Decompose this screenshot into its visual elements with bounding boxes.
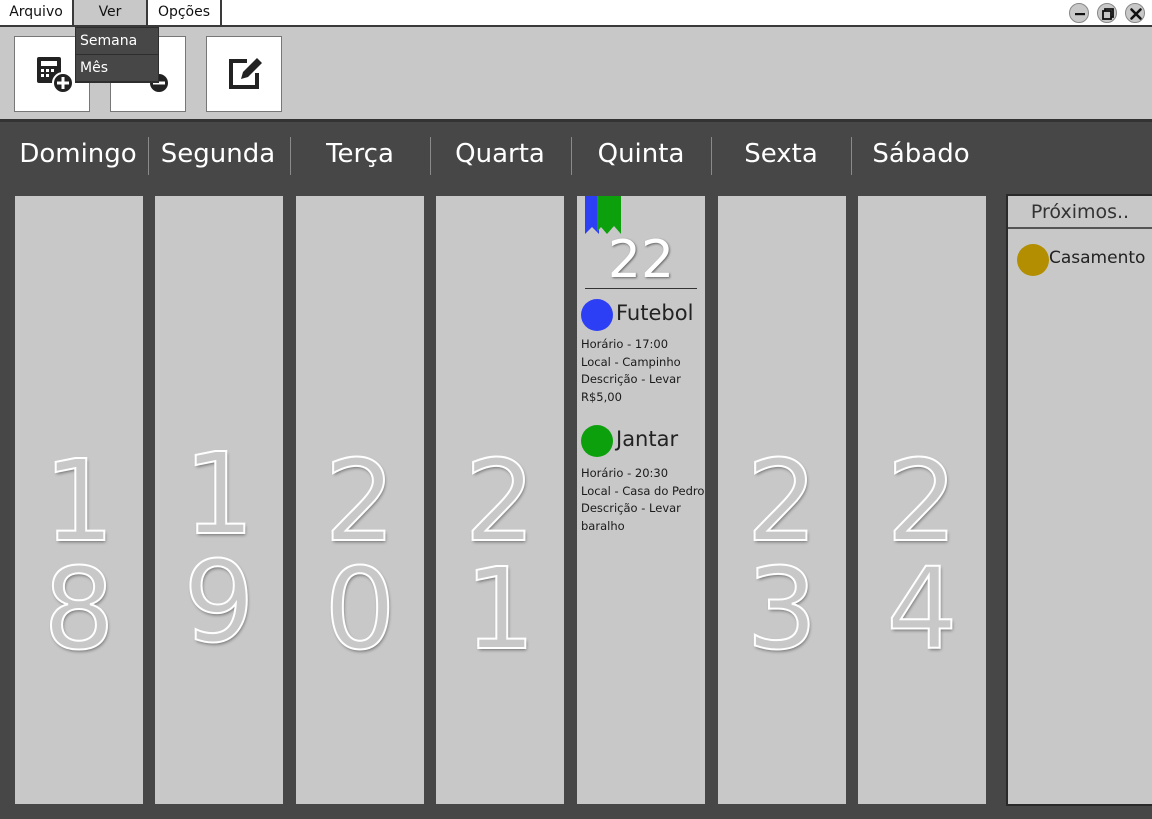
day-header-quinta: Quinta	[597, 139, 685, 169]
dropdown-item-mes[interactable]: Mês	[76, 55, 158, 82]
close-button[interactable]	[1125, 3, 1145, 23]
day-column-sabado[interactable]: 2 4	[858, 196, 986, 804]
date-digit: 2	[323, 437, 396, 567]
date-digit: 4	[885, 545, 958, 675]
day-header-domingo: Domingo	[19, 139, 137, 169]
event-detail-line: Descrição - Levar	[581, 501, 681, 515]
week-view: Domingo Segunda Terça Quarta Quinta Sext…	[0, 122, 1152, 819]
today-date-number: 22	[607, 230, 675, 290]
event-detail-line: Descrição - Levar	[581, 372, 681, 386]
date-digit: 0	[323, 545, 396, 675]
upcoming-title: Próximos..	[1008, 196, 1152, 229]
date-digit: 1	[463, 545, 536, 675]
event-detail-line: Local - Campinho	[581, 354, 681, 369]
header-separator	[571, 137, 572, 175]
upcoming-panel: Próximos.. Casamento	[1006, 194, 1152, 806]
day-header-segunda: Segunda	[160, 139, 276, 169]
menu-opcoes[interactable]: Opções	[148, 0, 222, 25]
day-column-domingo[interactable]: 1 8	[15, 196, 143, 804]
upcoming-color-dot	[1017, 244, 1049, 276]
date-digit: 1	[182, 430, 255, 560]
menu-ver[interactable]: Ver	[74, 0, 148, 25]
restore-icon	[1102, 8, 1114, 20]
event-color-dot	[581, 425, 613, 457]
menu-arquivo[interactable]: Arquivo	[0, 0, 74, 25]
event-detail-line: Horário - 17:00	[581, 337, 669, 351]
calendar-app: Arquivo Ver Opções Semana Mês Domingo Se…	[0, 0, 1152, 819]
maximize-button[interactable]	[1097, 3, 1117, 23]
header-separator	[148, 137, 149, 175]
edit-event-button[interactable]	[206, 36, 282, 112]
header-separator	[430, 137, 431, 175]
date-digit: 8	[42, 545, 115, 675]
day-column-quarta[interactable]: 2 1	[436, 196, 564, 804]
event-detail-line: baralho	[581, 518, 625, 533]
date-digit: 2	[885, 437, 958, 567]
menu-bar: Arquivo Ver Opções	[0, 0, 1152, 27]
edit-icon	[229, 58, 262, 89]
minimize-button[interactable]	[1069, 3, 1089, 23]
upcoming-item-label: Casamento	[1049, 248, 1146, 268]
day-column-segunda[interactable]: 1 9	[155, 196, 283, 804]
day-column-quinta-today[interactable]: 22 Futebol Horário - 17:00 Local - Campi…	[577, 196, 705, 804]
header-separator	[290, 137, 291, 175]
ver-dropdown: Semana Mês	[75, 27, 159, 83]
event-detail-line: Local - Casa do Pedro	[581, 483, 705, 498]
date-digit: 9	[182, 538, 255, 668]
toolbar	[0, 27, 1152, 122]
event-details: Horário - 17:00 Local - Campinho Descriç…	[581, 336, 707, 406]
event-color-dot	[581, 299, 613, 331]
minimize-icon	[1075, 13, 1085, 16]
calendar-add-icon	[37, 57, 74, 94]
date-digit: 2	[463, 437, 536, 567]
event-detail-line: Horário - 20:30	[581, 466, 669, 480]
date-digit: 2	[745, 437, 818, 567]
event-detail-line: R$5,00	[581, 389, 622, 404]
day-header-terca: Terça	[326, 139, 394, 169]
date-digit: 3	[745, 545, 818, 675]
date-digit: 1	[42, 437, 115, 567]
event-title: Futebol	[616, 301, 694, 325]
day-column-sexta[interactable]: 2 3	[718, 196, 846, 804]
day-column-terca[interactable]: 2 0	[296, 196, 424, 804]
event-title: Jantar	[616, 427, 679, 451]
close-icon	[1130, 8, 1142, 20]
event-details: Horário - 20:30 Local - Casa do Pedro De…	[581, 465, 707, 535]
day-header-sexta: Sexta	[744, 139, 818, 169]
day-header-sabado: Sábado	[872, 139, 970, 169]
today-divider	[585, 288, 697, 289]
dropdown-item-semana[interactable]: Semana	[76, 28, 158, 55]
header-separator	[851, 137, 852, 175]
header-separator	[711, 137, 712, 175]
day-header-quarta: Quarta	[455, 139, 545, 169]
